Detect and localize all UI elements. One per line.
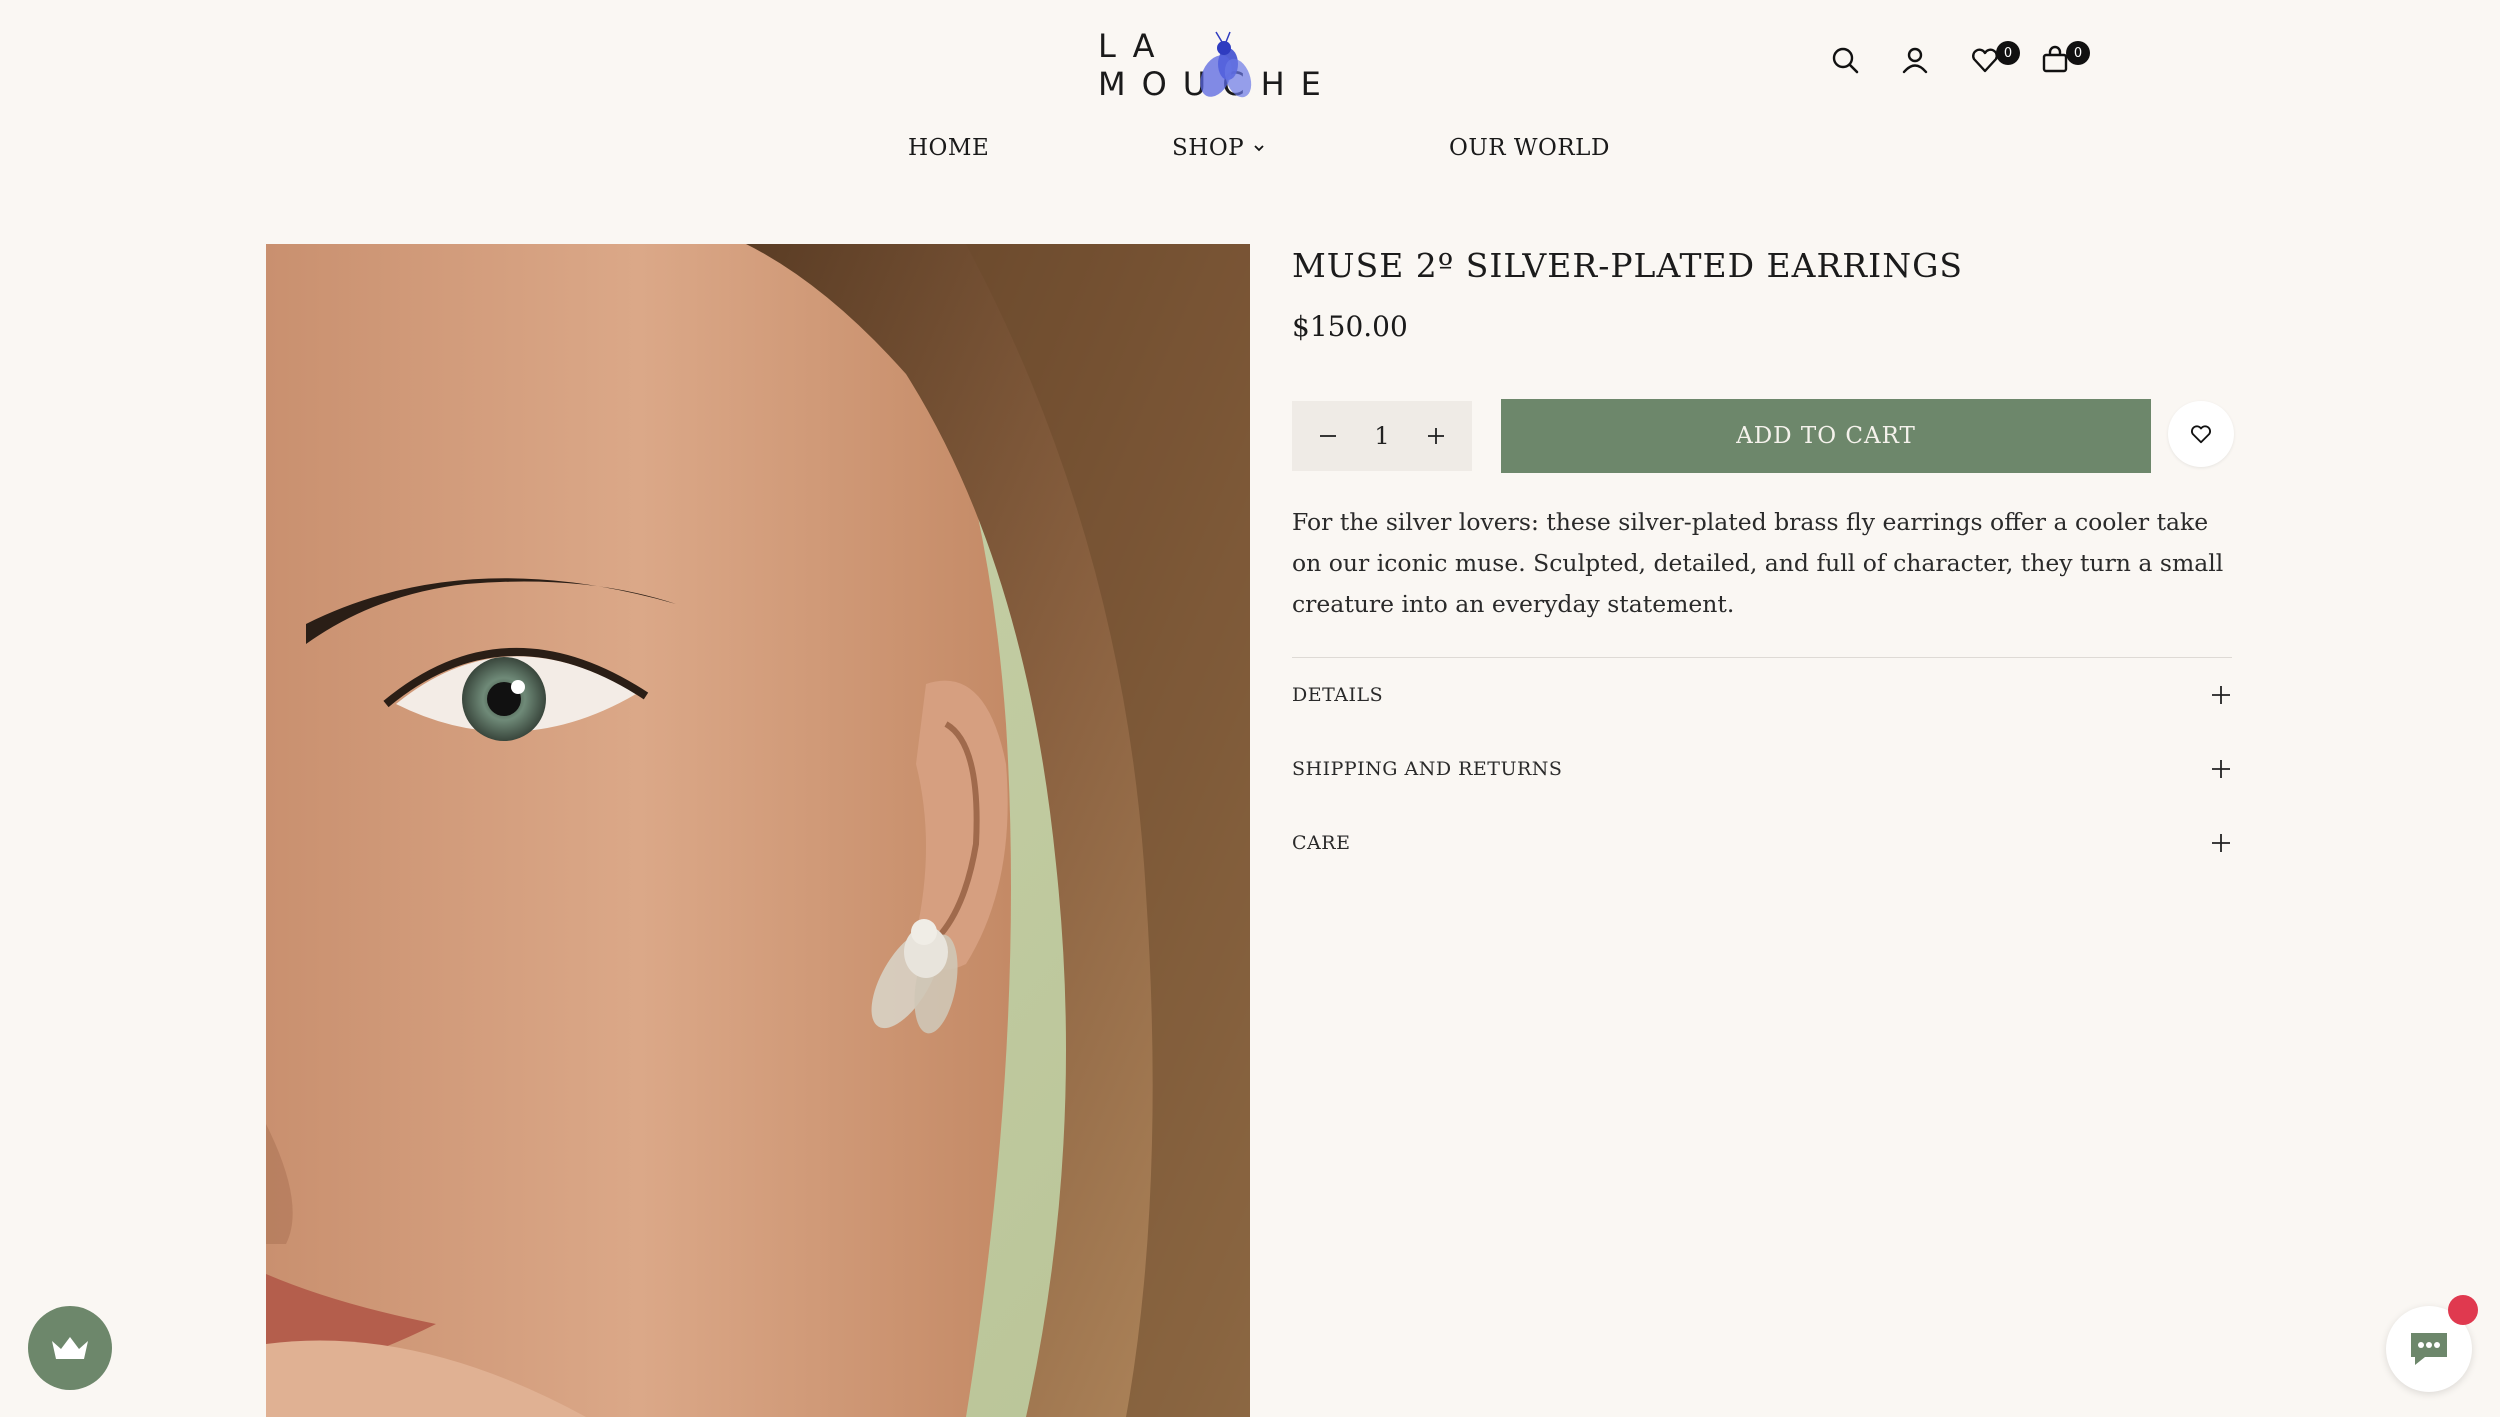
- accordion-shipping-returns[interactable]: SHIPPING AND RETURNS: [1292, 732, 2232, 806]
- nav-item-label: OUR WORLD: [1449, 135, 1610, 161]
- increase-quantity-button[interactable]: [1422, 422, 1450, 450]
- cart-icon[interactable]: 0: [2040, 41, 2090, 81]
- decrease-quantity-button[interactable]: [1314, 422, 1342, 450]
- product-price: $150.00: [1292, 310, 1408, 343]
- buy-row: 1 ADD TO CART: [1292, 399, 2234, 475]
- nav-item-our-world[interactable]: OUR WORLD: [1449, 135, 1610, 161]
- fly-icon: [1200, 31, 1252, 98]
- accordion-details[interactable]: DETAILS: [1292, 658, 2232, 732]
- wishlist-icon[interactable]: 0: [1970, 41, 2020, 81]
- main-nav: HOME SHOP OUR WORLD: [0, 135, 2500, 175]
- plus-icon: [1428, 428, 1444, 444]
- account-icon[interactable]: [1900, 45, 1936, 81]
- nav-item-shop[interactable]: SHOP: [1172, 135, 1266, 161]
- product-image[interactable]: [266, 244, 1250, 1417]
- quantity-value[interactable]: 1: [1374, 422, 1389, 450]
- nav-item-label: SHOP: [1172, 135, 1245, 161]
- nav-item-label: HOME: [908, 135, 990, 161]
- add-to-wishlist-button[interactable]: [2168, 401, 2234, 467]
- add-to-cart-button[interactable]: ADD TO CART: [1501, 399, 2151, 473]
- plus-icon: [2212, 834, 2230, 852]
- heart-icon: [2191, 425, 2211, 444]
- plus-icon: [2212, 760, 2230, 778]
- product-description: For the silver lovers: these silver-plat…: [1292, 508, 2224, 618]
- product-photo: [266, 244, 1250, 1417]
- wishlist-count-badge: 0: [1996, 41, 2020, 65]
- chevron-down-icon: [1254, 145, 1264, 152]
- rewards-button[interactable]: [28, 1306, 112, 1390]
- brand-logo[interactable]: LA MOUCHE: [1098, 27, 1398, 103]
- plus-icon: [2212, 686, 2230, 704]
- minus-icon: [1320, 435, 1336, 437]
- accordion-label: DETAILS: [1292, 684, 1384, 706]
- accordion-label: CARE: [1292, 832, 1351, 854]
- quantity-stepper: 1: [1292, 401, 1472, 471]
- cart-count-badge: 0: [2066, 41, 2090, 65]
- accordion-label: SHIPPING AND RETURNS: [1292, 758, 1563, 780]
- product-title: MUSE 2º SILVER-PLATED EARRINGS: [1292, 246, 1964, 285]
- header-icons: 0 0: [1830, 41, 2090, 81]
- product-info: MUSE 2º SILVER-PLATED EARRINGS $150.00 1…: [1292, 244, 2234, 854]
- chat-bubble-icon: [2411, 1333, 2447, 1365]
- crown-icon: [52, 1337, 88, 1359]
- product-accordion: DETAILS SHIPPING AND RETURNS CARE: [1292, 657, 2232, 880]
- search-icon[interactable]: [1830, 45, 1866, 81]
- accordion-care[interactable]: CARE: [1292, 806, 2232, 880]
- chat-notification-dot: [2448, 1295, 2478, 1325]
- nav-item-home[interactable]: HOME: [908, 135, 989, 161]
